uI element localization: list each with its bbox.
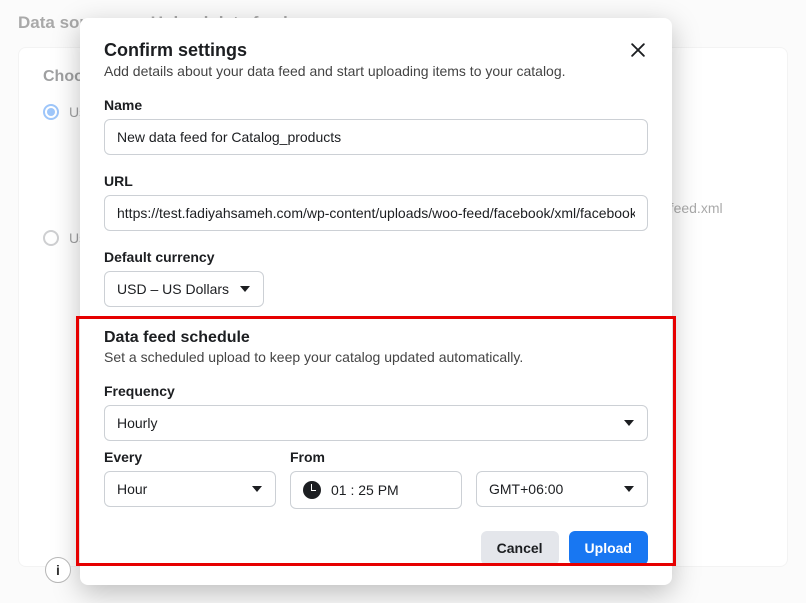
currency-label: Default currency	[104, 249, 648, 265]
frequency-label: Frequency	[104, 383, 648, 399]
chevron-down-icon	[239, 283, 251, 295]
confirm-settings-modal: Confirm settings Add details about your …	[80, 18, 672, 585]
schedule-subtitle: Set a scheduled upload to keep your cata…	[104, 349, 648, 365]
currency-select[interactable]: USD – US Dollars	[104, 271, 264, 307]
modal-actions: Cancel Upload	[104, 531, 648, 565]
every-value: Hour	[117, 481, 147, 497]
schedule-section: Data feed schedule Set a scheduled uploa…	[104, 329, 648, 509]
url-input[interactable]	[104, 195, 648, 231]
name-input[interactable]	[104, 119, 648, 155]
name-label: Name	[104, 97, 648, 113]
cancel-button[interactable]: Cancel	[481, 531, 559, 565]
clock-icon	[303, 481, 321, 499]
chevron-down-icon	[623, 417, 635, 429]
close-icon[interactable]	[628, 40, 648, 60]
time-field[interactable]: 01 : 25 PM	[290, 471, 462, 509]
frequency-value: Hourly	[117, 415, 157, 431]
timezone-value: GMT+06:00	[489, 481, 563, 497]
every-label: Every	[104, 449, 276, 465]
from-label: From	[290, 449, 462, 465]
modal-title: Confirm settings	[104, 40, 566, 61]
modal-subtitle: Add details about your data feed and sta…	[104, 63, 566, 79]
upload-button[interactable]: Upload	[569, 531, 648, 565]
currency-value: USD – US Dollars	[117, 281, 229, 297]
chevron-down-icon	[251, 483, 263, 495]
tz-spacer	[476, 449, 648, 465]
time-value: 01 : 25 PM	[331, 482, 399, 498]
chevron-down-icon	[623, 483, 635, 495]
frequency-select[interactable]: Hourly	[104, 405, 648, 441]
url-label: URL	[104, 173, 648, 189]
every-select[interactable]: Hour	[104, 471, 276, 507]
help-icon[interactable]: i	[45, 557, 71, 583]
schedule-title: Data feed schedule	[104, 329, 648, 347]
timezone-select[interactable]: GMT+06:00	[476, 471, 648, 507]
